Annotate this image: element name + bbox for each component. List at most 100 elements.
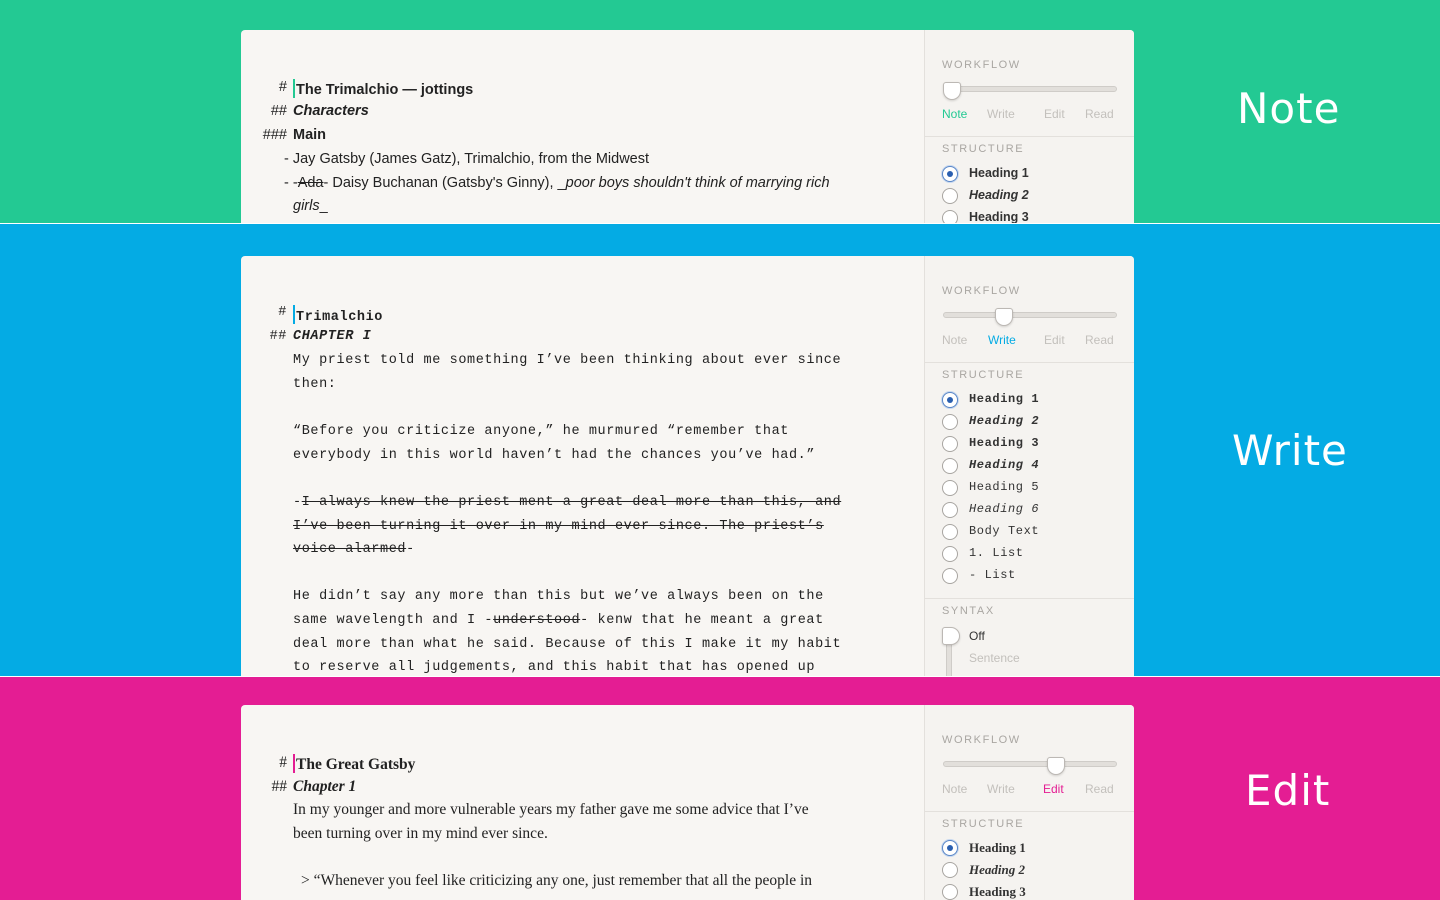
text-cursor xyxy=(293,79,295,98)
mode-label-note: Note xyxy=(1237,84,1341,133)
paragraph-line: voice alarmed- xyxy=(293,542,863,557)
radio-label: Heading 1 xyxy=(969,392,1040,406)
radio-button[interactable] xyxy=(942,392,958,408)
radio-button[interactable] xyxy=(942,166,958,182)
editor-line-h1: # The Trimalchio — jottings xyxy=(279,79,863,98)
structure-title: STRUCTURE xyxy=(942,143,1025,155)
workflow-note[interactable]: Note xyxy=(942,107,967,121)
heading-3-text: Main xyxy=(293,127,327,143)
workflow-read[interactable]: Read xyxy=(1085,107,1114,121)
editor-line-h2: ## Chapter 1 xyxy=(272,778,863,796)
divider xyxy=(925,598,1134,599)
editor-line-list-2: - -Ada- Daisy Buchanan (Gatsby's Ginny),… xyxy=(284,175,854,191)
list-prefix: - - xyxy=(284,175,298,191)
divider xyxy=(925,136,1134,137)
workflow-slider-thumb[interactable] xyxy=(995,308,1013,326)
radio-button[interactable] xyxy=(942,568,958,584)
radio-button[interactable] xyxy=(942,414,958,430)
radio-label: - List xyxy=(969,568,1016,582)
workflow-slider-thumb[interactable] xyxy=(943,82,961,100)
radio-button[interactable] xyxy=(942,840,958,856)
edit-window: # The Great Gatsby ## Chapter 1 In my youn… xyxy=(241,705,1134,900)
paragraph-line: My priest told me something I’ve been th… xyxy=(293,353,842,368)
workflow-title: WORKFLOW xyxy=(942,285,1021,297)
radio-label: Heading 3 xyxy=(969,436,1040,450)
editor-line-list-2-cont: girls_ xyxy=(293,198,863,214)
radio-label: Heading 6 xyxy=(969,502,1040,516)
h1-marker: # xyxy=(278,79,287,95)
heading-2-text: Chapter 1 xyxy=(293,778,357,795)
structure-title: STRUCTURE xyxy=(942,369,1025,381)
radio-button[interactable] xyxy=(942,210,958,223)
workflow-write[interactable]: Write xyxy=(987,107,1015,121)
workflow-write[interactable]: Write xyxy=(987,782,1015,796)
strike-markup: - xyxy=(293,495,302,510)
paragraph-line: In my younger and more vulnerable years … xyxy=(293,801,809,818)
editor-line-h3: ### Main xyxy=(263,127,863,143)
workflow-edit[interactable]: Edit xyxy=(1043,782,1064,796)
workflow-edit[interactable]: Edit xyxy=(1044,107,1065,121)
workflow-read[interactable]: Read xyxy=(1085,333,1114,347)
struck-text: I always knew the priest ment a great de… xyxy=(301,495,842,510)
workflow-write[interactable]: Write xyxy=(988,333,1016,347)
paragraph-line: “Before you criticize anyone,” he murmur… xyxy=(293,424,789,439)
write-sidebar: WORKFLOW Note Write Edit Read STRUCTURE … xyxy=(924,256,1134,676)
divider xyxy=(925,362,1134,363)
mode-label-write: Write xyxy=(1232,426,1348,475)
radio-label: 1. List xyxy=(969,546,1024,560)
heading-2-text: Characters xyxy=(293,103,369,119)
radio-button[interactable] xyxy=(942,502,958,518)
radio-button[interactable] xyxy=(942,188,958,204)
radio-button[interactable] xyxy=(942,480,958,496)
divider xyxy=(925,811,1134,812)
paragraph-line: -I always knew the priest ment a great d… xyxy=(293,495,863,510)
text-cursor xyxy=(293,754,295,773)
radio-button[interactable] xyxy=(942,458,958,474)
radio-label: Body Text xyxy=(969,524,1040,538)
edit-editor[interactable]: # The Great Gatsby ## Chapter 1 In my youn… xyxy=(241,705,924,900)
struck-text: voice alarmed xyxy=(293,542,407,557)
workflow-title: WORKFLOW xyxy=(942,59,1021,71)
text-cursor xyxy=(293,305,295,324)
workflow-slider-track[interactable] xyxy=(943,761,1117,767)
paragraph-line: I’ve been turning it over in my mind eve… xyxy=(293,519,863,534)
radio-button[interactable] xyxy=(942,546,958,562)
paragraph-line: then: xyxy=(293,377,337,392)
radio-button[interactable] xyxy=(942,524,958,540)
radio-label: Heading 4 xyxy=(969,458,1040,472)
syntax-option-sentence[interactable]: Sentence xyxy=(969,651,1020,665)
workflow-note[interactable]: Note xyxy=(942,782,967,796)
workflow-edit[interactable]: Edit xyxy=(1044,333,1065,347)
radio-label: Heading 3 xyxy=(969,884,1026,899)
h1-marker: # xyxy=(278,305,287,320)
edit-sidebar: WORKFLOW Note Write Edit Read STRUCTURE … xyxy=(924,705,1134,900)
note-editor[interactable]: # The Trimalchio — jottings ## Characters … xyxy=(241,30,924,223)
workflow-read[interactable]: Read xyxy=(1085,782,1114,796)
italic-text: poor boys shouldn't think of marrying ri… xyxy=(565,175,830,191)
radio-button[interactable] xyxy=(942,884,958,900)
edit-mode-band: # The Great Gatsby ## Chapter 1 In my youn… xyxy=(0,677,1440,900)
syntax-option-off[interactable]: Off xyxy=(969,629,985,643)
workflow-note[interactable]: Note xyxy=(942,333,967,347)
struck-text: I’ve been turning it over in my mind eve… xyxy=(293,519,824,534)
paragraph-line: everybody in this world haven’t had the … xyxy=(293,448,816,463)
note-mode-band: # The Trimalchio — jottings ## Characters … xyxy=(0,0,1440,223)
heading-2-text: CHAPTER I xyxy=(293,329,372,344)
workflow-slider-track[interactable] xyxy=(943,312,1117,318)
markup-underscore: _ xyxy=(319,198,328,214)
doc-title: The Trimalchio — jottings xyxy=(296,82,474,98)
radio-button[interactable] xyxy=(942,436,958,452)
h2-marker: ## xyxy=(271,778,288,795)
editor-line-list-1: - Jay Gatsby (James Gatz), Trimalchio, f… xyxy=(284,151,650,167)
doc-title: The Great Gatsby xyxy=(296,756,416,773)
paragraph-line: He didn’t say any more than this but we’… xyxy=(293,589,824,604)
workflow-title: WORKFLOW xyxy=(942,734,1021,746)
syntax-slider-thumb[interactable] xyxy=(942,627,960,645)
workflow-slider-track[interactable] xyxy=(943,86,1117,92)
radio-button[interactable] xyxy=(942,862,958,878)
workflow-slider-thumb[interactable] xyxy=(1047,757,1065,775)
write-editor[interactable]: # Trimalchio ## CHAPTER I My priest told m… xyxy=(241,256,924,676)
mode-label-edit: Edit xyxy=(1245,766,1331,815)
paragraph-text: - kenw that he meant a great xyxy=(580,613,824,628)
paragraph-line: been turning over in my mind ever since. xyxy=(293,825,548,842)
